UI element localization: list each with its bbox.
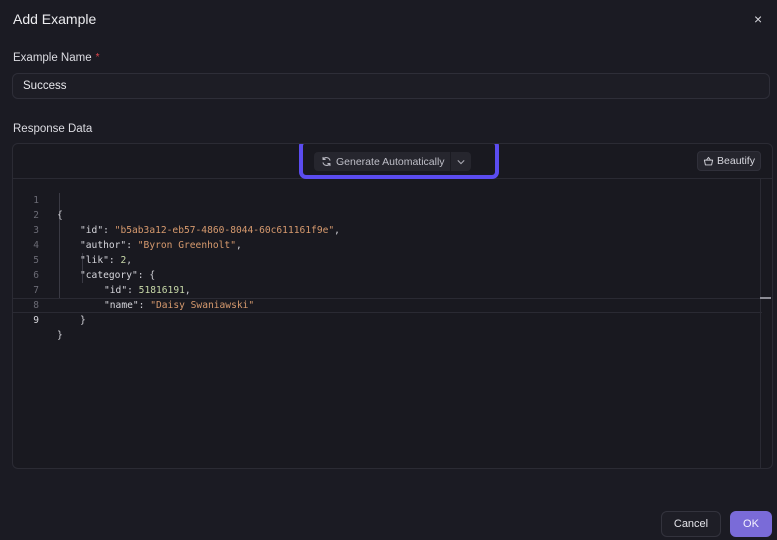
code-editor[interactable]: Generate Automatically Beautify 1 { 2 "i…: [12, 143, 773, 469]
code-line: 4 "lik": 2,: [13, 223, 772, 266]
example-name-input[interactable]: Success: [12, 73, 770, 99]
code-line: 7 "name": "Daisy Swaniawski": [13, 268, 772, 311]
required-mark: *: [95, 52, 100, 63]
code-line: 3 "author": "Byron Greenholt",: [13, 208, 772, 251]
brace: }: [80, 315, 86, 326]
code-line: 2 "id": "b5ab3a12-eb57-4860-8044-60c6111…: [13, 193, 772, 236]
code-line: 6 "id": 51816191,: [13, 253, 772, 296]
line-number: 9: [33, 315, 39, 326]
beautify-button[interactable]: Beautify: [697, 151, 761, 171]
code-text: }: [57, 328, 63, 343]
response-data-label: Response Data: [13, 123, 93, 135]
cancel-button[interactable]: Cancel: [661, 511, 721, 537]
ok-button[interactable]: OK: [730, 511, 772, 537]
code-line: 9 }: [13, 298, 772, 341]
code-text: }: [80, 313, 86, 328]
beautify-label: Beautify: [717, 155, 755, 167]
dialog-title: Add Example: [13, 11, 97, 27]
close-icon[interactable]: ×: [754, 11, 762, 27]
brace: }: [57, 330, 63, 341]
example-name-value: Success: [23, 80, 67, 92]
code-line: 5 "category": {: [13, 238, 772, 281]
highlight-box: [299, 144, 499, 179]
code-line: 1 {: [13, 178, 772, 221]
example-name-label: Example Name *: [13, 52, 100, 64]
editor-toolbar: Generate Automatically Beautify: [13, 144, 772, 179]
code-line: 8 }: [13, 283, 772, 326]
example-name-label-text: Example Name: [13, 52, 92, 64]
code-area[interactable]: 1 { 2 "id": "b5ab3a12-eb57-4860-8044-60c…: [13, 178, 772, 341]
basket-icon: [703, 156, 714, 165]
